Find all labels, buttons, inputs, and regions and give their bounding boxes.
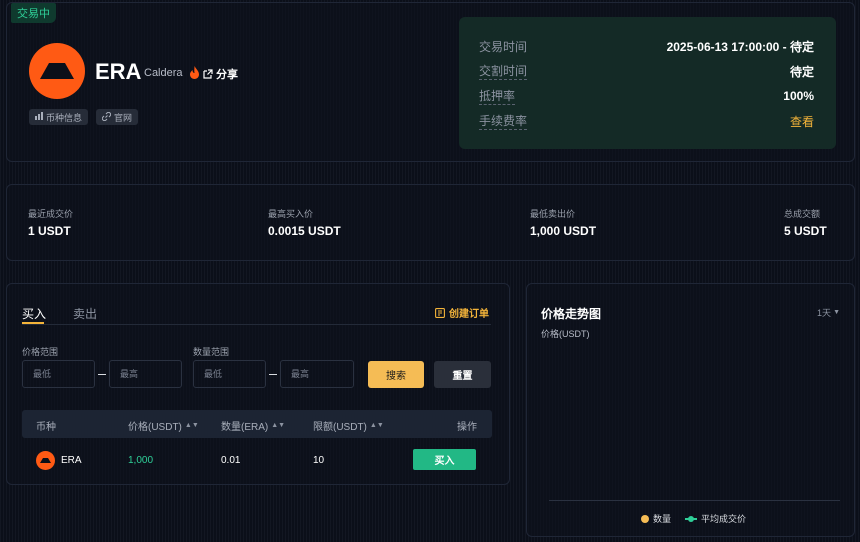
info-value: 100% [783,89,814,103]
cell-quantity: 0.01 [221,455,241,466]
table-header: 币种 价格(USDT) ▲▼ 数量(ERA) ▲▼ 限额(USDT) ▲▼ 操作 [22,410,492,438]
column-label: 币种 [36,422,56,433]
share-button[interactable]: 分享 [203,66,238,82]
column-header-price[interactable]: 价格(USDT) ▲▼ [128,418,199,433]
create-order-label: 创建订单 [449,309,489,320]
stat-label: 最高买入价 [268,209,314,219]
chart-icon [35,112,43,122]
stat-value: 1,000 USDT [530,224,597,238]
price-range-label: 价格范围 [22,347,59,357]
active-tab-indicator [22,322,44,324]
website-link[interactable]: 官网 [96,109,139,125]
info-key: 手续费率 [479,114,528,130]
column-header-coin: 币种 [36,418,56,433]
quantity-range-label: 数量范围 [193,347,230,357]
coin-logo [36,451,55,470]
coin-info-label: 币种信息 [46,112,83,123]
column-label: 操作 [457,422,477,433]
price-chart-card: 价格走势图 1天 ▼ 价格(USDT) 数量 平均成交价 [526,283,855,537]
chart-y-axis-label: 价格(USDT) [541,329,590,339]
legend-item-quantity[interactable]: 数量 [641,512,671,525]
legend-item-avg-price[interactable]: 平均成交价 [685,512,746,525]
quantity-max-input[interactable] [280,360,354,388]
range-dash [98,374,106,375]
stat-total-volume: 总成交额 5 USDT [784,207,827,238]
stat-label: 最低卖出价 [530,209,576,219]
sort-icon: ▲▼ [184,422,199,429]
chart-x-axis-line [549,500,840,501]
chart-range-label: 1天 [817,308,832,318]
legend-dot-icon [641,514,649,523]
cell-price: 1,000 [128,455,154,466]
column-header-action: 操作 [457,418,477,433]
view-fee-link[interactable]: 查看 [790,113,814,130]
column-header-quantity[interactable]: 数量(ERA) ▲▼ [221,418,285,433]
website-label: 官网 [114,112,133,123]
coin-header-card: 交易中 ERA Caldera 分享 币种信息 官网 交易时间 2025-06-… [6,2,855,162]
column-header-limit[interactable]: 限额(USDT) ▲▼ [313,418,384,433]
fire-icon [190,66,199,79]
chart-range-selector[interactable]: 1天 ▼ [817,306,840,319]
info-value: 待定 [789,64,814,79]
coin-symbol: ERA [95,59,142,84]
stat-lowest-ask: 最低卖出价 1,000 USDT [530,207,596,238]
info-row-fee-rate: 手续费率 查看 [479,112,814,130]
buy-button[interactable]: 买入 [413,449,476,470]
info-key: 抵押率 [479,89,516,105]
legend-line-icon [685,515,697,522]
edit-icon [435,307,445,318]
quantity-min-input[interactable] [193,360,266,388]
link-icon [101,111,112,123]
stat-last-price: 最近成交价 1 USDT [28,207,73,238]
stat-value: 0.0015 USDT [268,224,341,238]
stat-highest-bid: 最高买入价 0.0015 USDT [268,207,341,238]
share-label: 分享 [216,69,238,81]
table-row: ERA 1,000 0.01 10 买入 [22,438,492,482]
column-label: 价格(USDT) [128,422,182,433]
chevron-down-icon: ▼ [833,309,840,316]
range-dash [269,374,277,375]
cell-coin: ERA [61,455,82,466]
trading-status-tag: 交易中 [11,3,56,23]
coin-name: Caldera [144,67,183,79]
share-icon [203,69,213,79]
tab-sell[interactable]: 卖出 [73,305,97,322]
stat-value: 5 USDT [784,224,827,238]
trade-info-panel: 交易时间 2025-06-13 17:00:00 - 待定 交割时间 待定 抵押… [459,17,836,149]
sort-icon: ▲▼ [369,422,384,429]
legend-label: 数量 [653,514,672,524]
column-label: 限额(USDT) [313,422,367,433]
stat-label: 最近成交价 [28,209,74,219]
sort-icon: ▲▼ [271,422,286,429]
orders-card: 买入 卖出 创建订单 价格范围 数量范围 搜索 重置 币种 价格(USDT)▲▼… [6,283,510,485]
orders-table: 币种 价格(USDT) ▲▼ 数量(ERA) ▲▼ 限额(USDT) ▲▼ 操作 ER… [22,410,492,482]
column-label: 数量(ERA) [221,422,269,433]
info-key: 交割时间 [479,64,528,80]
reset-button[interactable]: 重置 [434,361,491,388]
info-row-collateral-rate: 抵押率 100% [479,87,814,105]
price-max-input[interactable] [109,360,182,388]
cell-limit: 10 [313,455,325,466]
create-order-button[interactable]: 创建订单 [435,305,489,320]
legend-label: 平均成交价 [701,514,747,524]
info-value: 2025-06-13 17:00:00 - 待定 [666,39,814,54]
stat-label: 总成交额 [784,209,821,219]
chart-title: 价格走势图 [541,307,602,321]
info-key: 交易时间 [479,39,528,54]
info-row-trade-time: 交易时间 2025-06-13 17:00:00 - 待定 [479,37,814,55]
stat-value: 1 USDT [28,224,71,238]
market-stats-card: 最近成交价 1 USDT 最高买入价 0.0015 USDT 最低卖出价 1,0… [6,184,855,261]
coin-logo [29,43,85,99]
info-row-delivery-time: 交割时间 待定 [479,62,814,80]
tabs-divider [22,324,491,325]
price-min-input[interactable] [22,360,95,388]
coin-info-link[interactable]: 币种信息 [29,109,89,125]
search-button[interactable]: 搜索 [368,361,424,388]
tab-buy[interactable]: 买入 [22,305,46,322]
